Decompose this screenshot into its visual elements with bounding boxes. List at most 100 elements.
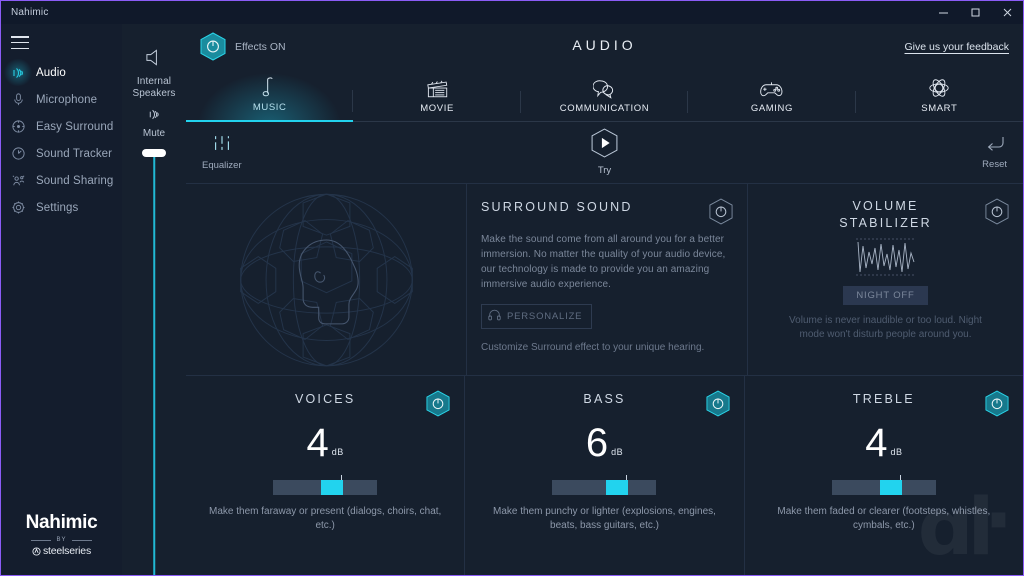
value-number: 4	[306, 421, 329, 465]
try-button[interactable]: Try	[186, 128, 1023, 176]
panel-note: Customize Surround effect to your unique…	[481, 342, 705, 353]
toolbar-row: Equalizer Try Reset	[186, 122, 1023, 184]
value-display: 6 dB	[585, 421, 624, 465]
waveform-graphic	[855, 238, 916, 276]
page-title: AUDIO	[572, 37, 637, 53]
play-icon	[591, 128, 618, 163]
treble-power-button[interactable]	[985, 390, 1009, 422]
power-icon	[706, 390, 730, 417]
panel-title: SURROUND SOUND	[481, 200, 633, 214]
slider-thumb[interactable]	[321, 480, 344, 495]
sidebar: Audio Microphone Easy Surround Sound Tra…	[1, 24, 122, 575]
microphone-icon	[8, 90, 28, 110]
close-button[interactable]	[991, 1, 1023, 24]
sidebar-item-sound-tracker[interactable]: Sound Tracker	[1, 140, 122, 167]
mute-icon[interactable]	[146, 107, 162, 127]
maximize-button[interactable]	[959, 1, 991, 24]
speaker-icon[interactable]	[144, 48, 165, 72]
slider-thumb[interactable]	[605, 480, 628, 495]
brand-company-label: steelseries	[43, 545, 91, 557]
audio-waves-icon	[8, 63, 28, 83]
device-column: Internal Speakers Mute	[122, 24, 186, 575]
sidebar-item-label: Sound Tracker	[36, 147, 113, 160]
sidebar-item-easy-surround[interactable]: Easy Surround	[1, 113, 122, 140]
tab-communication[interactable]: COMMUNICATION	[520, 69, 689, 122]
headphones-icon	[488, 309, 501, 324]
effects-label: Effects ON	[235, 40, 286, 53]
surround-visual	[186, 184, 467, 375]
surround-sound-panel: SURROUND SOUND Make the sound come from …	[467, 184, 748, 375]
bass-power-button[interactable]	[706, 390, 730, 422]
brand-divider: BY	[31, 537, 92, 543]
panel-description: Make them punchy or lighter (explosions,…	[493, 506, 716, 531]
volume-stabilizer-power-button[interactable]	[985, 198, 1009, 230]
sound-sharing-icon	[8, 171, 28, 191]
panels-row-bottom: VOICES 4 dB Make them faraway or present…	[186, 376, 1023, 575]
voices-slider[interactable]	[273, 475, 378, 495]
brand-logo: Nahimic BY steelseries	[1, 512, 122, 575]
panel-title: VOLUME STABILIZER	[839, 199, 932, 230]
nahimic-app-window: Nahimic Audio Microphone Easy Surround S…	[0, 0, 1024, 576]
tab-music[interactable]: MUSIC	[186, 69, 354, 122]
panel-title: VOICES	[294, 392, 356, 406]
value-display: 4 dB	[306, 421, 344, 465]
personalize-button[interactable]: PERSONALIZE	[481, 304, 593, 329]
power-icon	[709, 198, 733, 225]
panel-title: BASS	[583, 392, 626, 406]
speech-bubbles-icon	[593, 76, 616, 99]
sidebar-item-settings[interactable]: Settings	[1, 194, 122, 221]
volume-slider-thumb[interactable]	[142, 148, 166, 157]
panels-row-top: SURROUND SOUND Make the sound come from …	[186, 184, 1023, 376]
try-label: Try	[597, 165, 612, 176]
minimize-button[interactable]	[927, 1, 959, 24]
treble-slider[interactable]	[831, 475, 936, 495]
power-icon	[985, 390, 1009, 417]
hamburger-menu-icon[interactable]	[11, 36, 29, 49]
power-icon	[200, 32, 226, 61]
panel-description: Make them faraway or present (dialogs, c…	[209, 506, 442, 531]
brand-name: Nahimic	[25, 512, 98, 533]
window-title: Nahimic	[11, 7, 49, 18]
sidebar-item-audio[interactable]: Audio	[1, 59, 122, 86]
volume-slider-track	[153, 157, 155, 575]
tab-label: MOVIE	[420, 103, 454, 114]
sidebar-item-label: Microphone	[36, 93, 98, 106]
voices-power-button[interactable]	[426, 390, 450, 422]
value-unit: dB	[331, 447, 344, 457]
value-unit: dB	[890, 447, 903, 457]
sidebar-item-sound-sharing[interactable]: Sound Sharing	[1, 167, 122, 194]
sidebar-item-label: Sound Sharing	[36, 174, 114, 187]
power-icon	[985, 198, 1009, 225]
personalize-label: PERSONALIZE	[507, 311, 583, 322]
bass-slider[interactable]	[552, 475, 657, 495]
tab-smart[interactable]: SMART	[855, 69, 1023, 122]
tab-gaming[interactable]: GAMING	[688, 69, 856, 122]
value-number: 4	[865, 421, 888, 465]
window-controls	[927, 1, 1023, 24]
night-mode-button[interactable]: NIGHT OFF	[843, 286, 928, 305]
gamepad-icon	[759, 76, 784, 99]
value-display: 4 dB	[865, 421, 903, 465]
volume-stabilizer-panel: VOLUME STABILIZER NIGHT OFF Volume is ne…	[748, 184, 1023, 375]
tab-movie[interactable]: MOVIE	[353, 69, 521, 122]
music-note-icon	[261, 75, 278, 98]
atom-icon	[928, 76, 950, 99]
slider-tick	[625, 475, 627, 480]
panels-grid: SURROUND SOUND Make the sound come from …	[186, 184, 1023, 575]
value-number: 6	[585, 421, 609, 465]
feedback-link[interactable]: Give us your feedback	[905, 41, 1009, 53]
mute-label: Mute	[142, 128, 166, 139]
sidebar-item-microphone[interactable]: Microphone	[1, 86, 122, 113]
device-name: Internal Speakers	[132, 76, 176, 99]
effects-toggle[interactable]: Effects ON	[200, 32, 286, 61]
volume-slider[interactable]	[141, 148, 167, 575]
slider-track	[552, 480, 657, 495]
panel-note: Volume is never inaudible or too loud. N…	[789, 315, 982, 340]
title-bar: Nahimic	[1, 1, 1023, 24]
value-unit: dB	[611, 447, 624, 457]
slider-thumb[interactable]	[880, 480, 903, 495]
surround-power-button[interactable]	[709, 198, 733, 230]
steelseries-mark-icon	[32, 546, 41, 556]
sidebar-item-label: Settings	[36, 201, 79, 214]
tab-label: MUSIC	[252, 102, 287, 113]
